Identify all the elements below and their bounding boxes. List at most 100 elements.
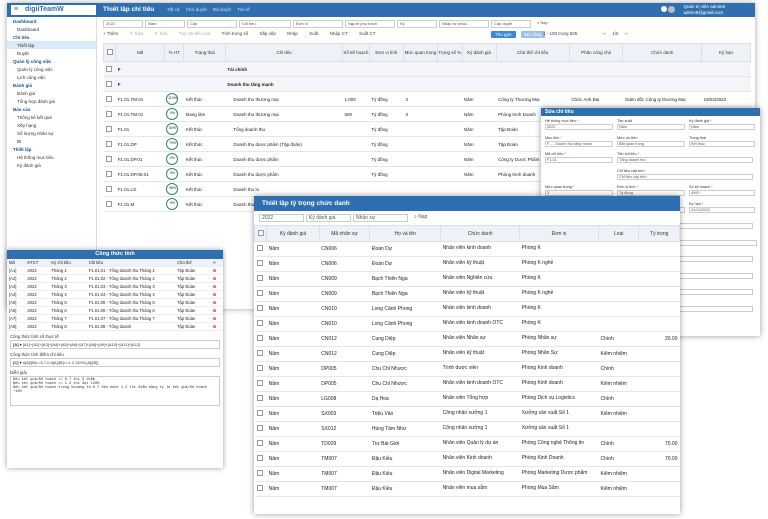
term-select[interactable]: Kỳ [397, 20, 437, 28]
menu-icon[interactable]: ≡ [14, 6, 18, 13]
search-button[interactable]: ⌕ Nạp [535, 20, 559, 28]
tc-col-period[interactable]: Kỳ đánh giá [266, 225, 320, 242]
sidebar-item-0[interactable]: Dashboard [7, 17, 96, 25]
row-checkbox[interactable] [105, 140, 112, 147]
app-logo[interactable]: ≡ digiiTeamW [11, 5, 96, 15]
tc-cell[interactable]: 70.00 [638, 451, 680, 467]
table-row[interactable]: F1.01.TM.01 110% Kết thúc Doanh thu thương … [103, 91, 751, 107]
tc-cell[interactable]: 20.00 [638, 331, 680, 347]
remove-icon[interactable]: ✖ [213, 324, 217, 329]
table-row[interactable]: Năm SX012 Hùng Tâm Như Công nhân xưởng 1 Xưở… [254, 421, 680, 437]
calc-weight-button[interactable]: Tính trọng số [222, 31, 254, 36]
row-checkbox[interactable] [105, 200, 112, 207]
delete-button[interactable]: ✕ Xóa [154, 31, 172, 36]
field-input[interactable]: Bắt quan trọng [617, 140, 685, 147]
col-term[interactable]: Kỳ đánh giá [461, 43, 497, 62]
row-checkbox[interactable] [256, 410, 263, 416]
table-row[interactable]: Năm SX003 Triệu Vân Công nhân xưởng 1 Xưởng … [254, 406, 680, 422]
sidebar-item-10[interactable]: Tổng hợp đánh giá [7, 97, 96, 105]
formula-row[interactable]: [A8] 2022 Tháng 8 F1.01.08 - Tổng doanh Tập … [7, 322, 223, 331]
col-pct[interactable]: % HT [163, 43, 185, 62]
tc-cell[interactable] [638, 271, 680, 287]
owner-select[interactable]: Người phụ trách [345, 20, 395, 28]
expand-button[interactable]: Mở rộng [520, 31, 546, 38]
tc-cell[interactable] [638, 376, 680, 392]
remove-icon[interactable]: ✖ [213, 276, 217, 281]
row-checkbox[interactable] [256, 260, 263, 266]
col-importance[interactable]: Mức quan trọng [402, 43, 439, 62]
col-ma[interactable]: Mã [115, 43, 165, 62]
sidebar-item-9[interactable]: Đánh giá [7, 89, 96, 97]
tc-col-weight[interactable]: Tỷ trọng [638, 225, 680, 242]
tc-cell[interactable] [638, 481, 680, 497]
tc-cell[interactable] [638, 301, 680, 317]
actual-formula-input[interactable]: [A] ▾ [A1]+[A2]+[A3]+[A4]+[A5]+[A6]+[A7]… [10, 340, 220, 349]
sort-button[interactable]: Sắp xếp [259, 31, 281, 36]
formula-row[interactable]: [A7] 2022 Tháng 7 F1.01.07 - Tổng doanh thu… [7, 314, 223, 323]
field-input[interactable]: Năm [617, 124, 685, 130]
field-input[interactable]: F1.01 [545, 157, 613, 163]
next-page-icon[interactable]: ›› [624, 31, 628, 36]
row-checkbox[interactable] [105, 65, 112, 72]
tab-returned[interactable]: Trả về [237, 7, 250, 12]
table-row[interactable]: Năm TD029 Trư Bát Giới Nhân viên Quản lý dự… [254, 436, 680, 452]
remove-icon[interactable]: ✖ [213, 292, 217, 297]
col-plan[interactable]: Số kế hoạch [342, 43, 370, 62]
row-checkbox[interactable] [105, 170, 112, 177]
table-row[interactable]: Năm CN006 Đoàn Dự Nhân viên kinh doanh Phòng… [254, 241, 680, 257]
row-checkbox[interactable] [105, 95, 112, 102]
tab-approved[interactable]: Đã duyệt [213, 7, 231, 12]
formula-row[interactable]: [A5] 2022 Tháng 5 F1.01.05 - Tổng doanh thu… [7, 298, 223, 307]
tc-cell[interactable] [638, 256, 680, 272]
table-row[interactable]: Năm TM007 Đậu Kiều Nhân viên Kinh doanh Phòn… [254, 451, 680, 467]
col-assignee[interactable]: Phân công chủ [568, 43, 624, 62]
sidebar-item-16[interactable]: Thiết lập [7, 145, 96, 153]
row-checkbox[interactable] [256, 425, 263, 431]
level-select[interactable]: Cấp [187, 20, 237, 28]
table-row[interactable]: Năm TM007 Đậu Kiều Nhân viên Digital Market… [254, 466, 680, 482]
tc-cell[interactable] [638, 241, 680, 257]
table-row[interactable]: Năm DP005 Chu Chỉ Nhược Trình dược viên Phòn… [254, 361, 680, 377]
refresh-icon[interactable]: ⟳ [213, 260, 217, 265]
keyword-input[interactable]: Nhập từ khóa... [439, 20, 489, 28]
select-all-checkbox[interactable] [106, 49, 113, 55]
tc-year-select[interactable]: 2022 [259, 214, 304, 222]
sidebar-item-3[interactable]: Thiết lập [7, 41, 96, 49]
tab-all[interactable]: Tất cả [167, 7, 180, 12]
tc-cell[interactable] [638, 466, 680, 482]
tc-cell[interactable] [638, 286, 680, 302]
approval-level-select[interactable]: Cấp duyệt [491, 20, 531, 28]
row-checkbox[interactable] [105, 125, 112, 132]
table-row[interactable]: Năm DP005 Chu Chỉ Nhược Nhân viên kinh doan… [254, 376, 680, 392]
export-ct-button[interactable]: Xuất CT [359, 31, 381, 36]
sidebar-item-15[interactable]: BI [7, 137, 96, 145]
formula-row[interactable]: [A2] 2022 Tháng 2 F1.01.02 - Tổng doanh thu… [7, 274, 223, 283]
table-row[interactable]: Năm CN006 Đoàn Dự Nhân viên kỹ thuật Phòng K… [254, 256, 680, 272]
remove-icon[interactable]: ✖ [213, 284, 217, 289]
row-checkbox[interactable] [256, 275, 263, 281]
year-select[interactable]: 2022 [103, 20, 143, 28]
sidebar-item-2[interactable]: Chỉ tiêu [7, 33, 96, 41]
table-row[interactable]: Năm CN010 Long Cảnh Phong Nhân viên kinh do… [254, 301, 680, 317]
table-row[interactable]: Năm CN012 Cung Diệp Nhân viên kỹ thuật Phòng… [254, 346, 680, 362]
field-input[interactable]: 2022 [545, 124, 613, 130]
row-checkbox[interactable] [256, 290, 263, 296]
sidebar-item-7[interactable]: Lịch công việc [7, 73, 96, 81]
sidebar-item-11[interactable]: Báo cáo [7, 105, 96, 113]
remove-icon[interactable]: ✖ [213, 268, 217, 273]
tc-col-name[interactable]: Họ và tên [369, 225, 442, 242]
formula-row[interactable]: [A1] 2022 Tháng 1 F1.01.01 - Tổng doanh thu… [7, 266, 223, 275]
tc-employee-select[interactable]: Nhân sự [353, 214, 408, 222]
formula-row[interactable]: [A6] 2022 Tháng 6 F1.01.06 - Tổng doanh thu… [7, 306, 223, 315]
row-checkbox[interactable] [256, 485, 263, 491]
col-indicator[interactable]: Chỉ tiêu [224, 43, 344, 62]
table-row[interactable]: Năm LG008 Dạ Hoa Nhân viên Tổng hợp Phòng Dị… [254, 391, 680, 407]
field-input[interactable]: 31/12/2022 [689, 206, 755, 213]
row-checkbox[interactable] [256, 395, 263, 401]
row-checkbox[interactable] [105, 185, 112, 192]
table-row[interactable]: Năm CN010 Long Cảnh Phong Nhân viên kinh do… [254, 316, 680, 332]
field-input[interactable]: Tổng doanh thu [617, 157, 753, 163]
tc-col-code[interactable]: Mã nhân sự [318, 225, 371, 242]
tc-col-type[interactable]: Loại [598, 225, 640, 242]
add-button[interactable]: + Thêm [103, 31, 123, 36]
